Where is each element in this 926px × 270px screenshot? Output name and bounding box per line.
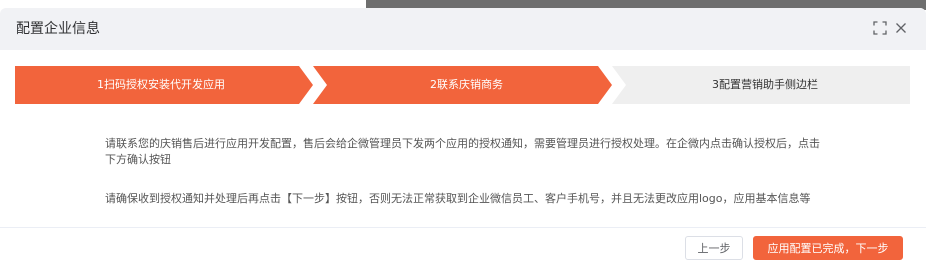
prev-step-button[interactable]: 上一步 xyxy=(685,236,743,260)
step-3[interactable]: 3配置营销助手侧边栏 xyxy=(612,66,910,104)
fullscreen-icon[interactable] xyxy=(873,21,887,35)
instruction-text-2: 请确保收到授权通知并处理后再点击【下一步】按钮，否则无法正常获取到企业微信员工、… xyxy=(105,192,811,205)
step-1[interactable]: 1扫码授权安装代开发应用 xyxy=(15,66,313,104)
next-step-button[interactable]: 应用配置已完成，下一步 xyxy=(753,236,903,260)
step-2[interactable]: 2联系庆销商务 xyxy=(313,66,612,104)
step-2-label: 2联系庆销商务 xyxy=(430,78,503,91)
close-icon[interactable] xyxy=(894,21,908,35)
instruction-text-1: 请联系您的庆销售后进行应用开发配置，售后会给企微管理员下发两个应用的授权通知，需… xyxy=(105,137,820,166)
config-dialog: 配置企业信息 1扫码授权安装代开发应用 2联系庆销商务 3配置营销助手侧边栏 请… xyxy=(0,8,926,270)
footer-divider xyxy=(0,227,926,228)
dialog-title: 配置企业信息 xyxy=(16,21,100,37)
steps-bar: 1扫码授权安装代开发应用 2联系庆销商务 3配置营销助手侧边栏 xyxy=(15,66,910,104)
dialog-header: 配置企业信息 xyxy=(0,8,926,50)
step-3-label: 3配置营销助手侧边栏 xyxy=(712,78,818,91)
step-1-label: 1扫码授权安装代开发应用 xyxy=(97,78,225,91)
